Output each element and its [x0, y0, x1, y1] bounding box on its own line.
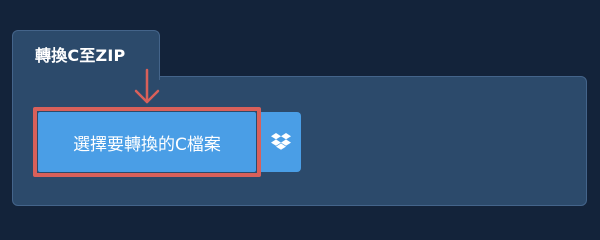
- choose-file-button[interactable]: 選擇要轉換的C檔案: [38, 112, 256, 172]
- arrow-down-icon: [134, 68, 160, 104]
- dropbox-button[interactable]: [261, 112, 301, 172]
- tab-title: 轉換C至ZIP: [35, 46, 126, 65]
- choose-file-label: 選擇要轉換的C檔案: [73, 134, 221, 155]
- dropbox-icon: [271, 133, 291, 150]
